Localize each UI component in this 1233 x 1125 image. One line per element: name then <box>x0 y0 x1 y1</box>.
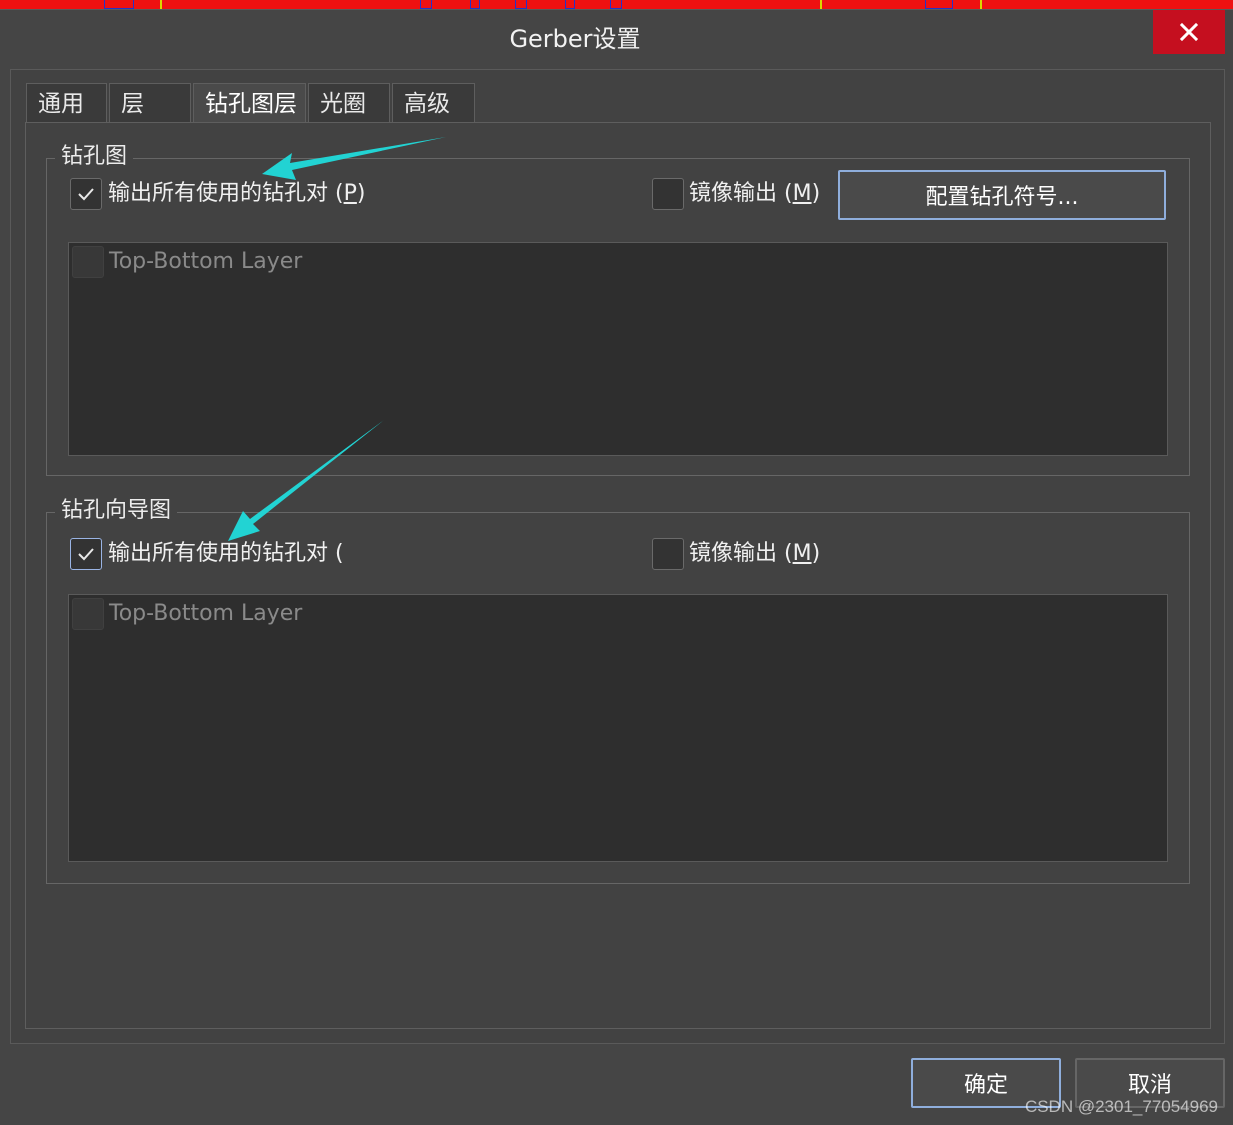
tab-bar: 通用 层 钻孔图层 光圈 高级 <box>26 83 477 123</box>
pcb-pad <box>104 0 134 9</box>
drill-drawing-layer-list[interactable]: Top-Bottom Layer <box>68 242 1168 456</box>
drill-drawing-tab-page: 钻孔图 输出所有使用的钻孔对 (P) 镜像输出 (M) 配置钻孔符号... To… <box>25 122 1211 1029</box>
drill-guide-output-all-pairs-label[interactable]: 输出所有使用的钻孔对 ( <box>108 538 344 570</box>
configure-drill-symbols-button[interactable]: 配置钻孔符号... <box>838 170 1166 220</box>
drill-guide-output-all-pairs-checkbox[interactable] <box>70 538 102 570</box>
pcb-pad <box>470 0 480 9</box>
drill-drawing-layer-checkbox <box>72 246 104 278</box>
pcb-trace <box>820 0 822 9</box>
pcb-pad <box>925 0 953 9</box>
drill-guide-mirror-output-checkbox[interactable] <box>652 538 684 570</box>
drill-guide-layer-checkbox <box>72 598 104 630</box>
tab-drill-drawing[interactable]: 钻孔图层 <box>193 83 306 123</box>
drill-guide-layer-list[interactable]: Top-Bottom Layer <box>68 594 1168 862</box>
drill-drawing-output-all-pairs-checkbox[interactable] <box>70 178 102 210</box>
drill-guide-group: 钻孔向导图 输出所有使用的钻孔对 ( 镜像输出 (M) Top-Bottom L… <box>46 496 1190 884</box>
tab-apertures[interactable]: 光圈 <box>308 83 390 123</box>
pcb-trace <box>160 0 162 9</box>
checkmark-icon <box>78 188 94 201</box>
drill-guide-group-title: 钻孔向导图 <box>55 496 178 526</box>
drill-drawing-group: 钻孔图 输出所有使用的钻孔对 (P) 镜像输出 (M) 配置钻孔符号... To… <box>46 142 1190 476</box>
close-icon <box>1179 22 1199 42</box>
close-button[interactable] <box>1153 10 1225 54</box>
drill-guide-layer-label: Top-Bottom Layer <box>109 601 303 626</box>
pcb-pad <box>565 0 575 9</box>
tab-advanced[interactable]: 高级 <box>392 83 475 123</box>
gerber-settings-dialog: Gerber设置 通用 层 钻孔图层 光圈 高级 钻孔图 输出所有使用的钻孔对 … <box>0 9 1233 1125</box>
drill-drawing-group-title: 钻孔图 <box>55 142 134 172</box>
pcb-pad <box>610 0 622 9</box>
watermark: CSDN @2301_77054969 <box>1024 1097 1218 1116</box>
drill-drawing-output-all-pairs-label[interactable]: 输出所有使用的钻孔对 (P) <box>108 178 365 210</box>
drill-drawing-mirror-output-checkbox[interactable] <box>652 178 684 210</box>
dialog-title: Gerber设置 <box>509 25 641 53</box>
pcb-pad <box>420 0 432 9</box>
drill-drawing-layer-label: Top-Bottom Layer <box>109 249 303 274</box>
pcb-background-strip <box>0 0 1233 9</box>
drill-guide-mirror-output-label[interactable]: 镜像输出 (M) <box>689 538 820 570</box>
drill-drawing-mirror-output-label[interactable]: 镜像输出 (M) <box>689 178 820 210</box>
checkmark-icon <box>78 548 94 561</box>
dialog-body: 通用 层 钻孔图层 光圈 高级 钻孔图 输出所有使用的钻孔对 (P) 镜像输出 … <box>10 69 1225 1044</box>
tab-general[interactable]: 通用 <box>26 83 107 123</box>
pcb-pad <box>515 0 527 9</box>
tab-layers[interactable]: 层 <box>109 83 191 123</box>
pcb-trace <box>980 0 982 9</box>
